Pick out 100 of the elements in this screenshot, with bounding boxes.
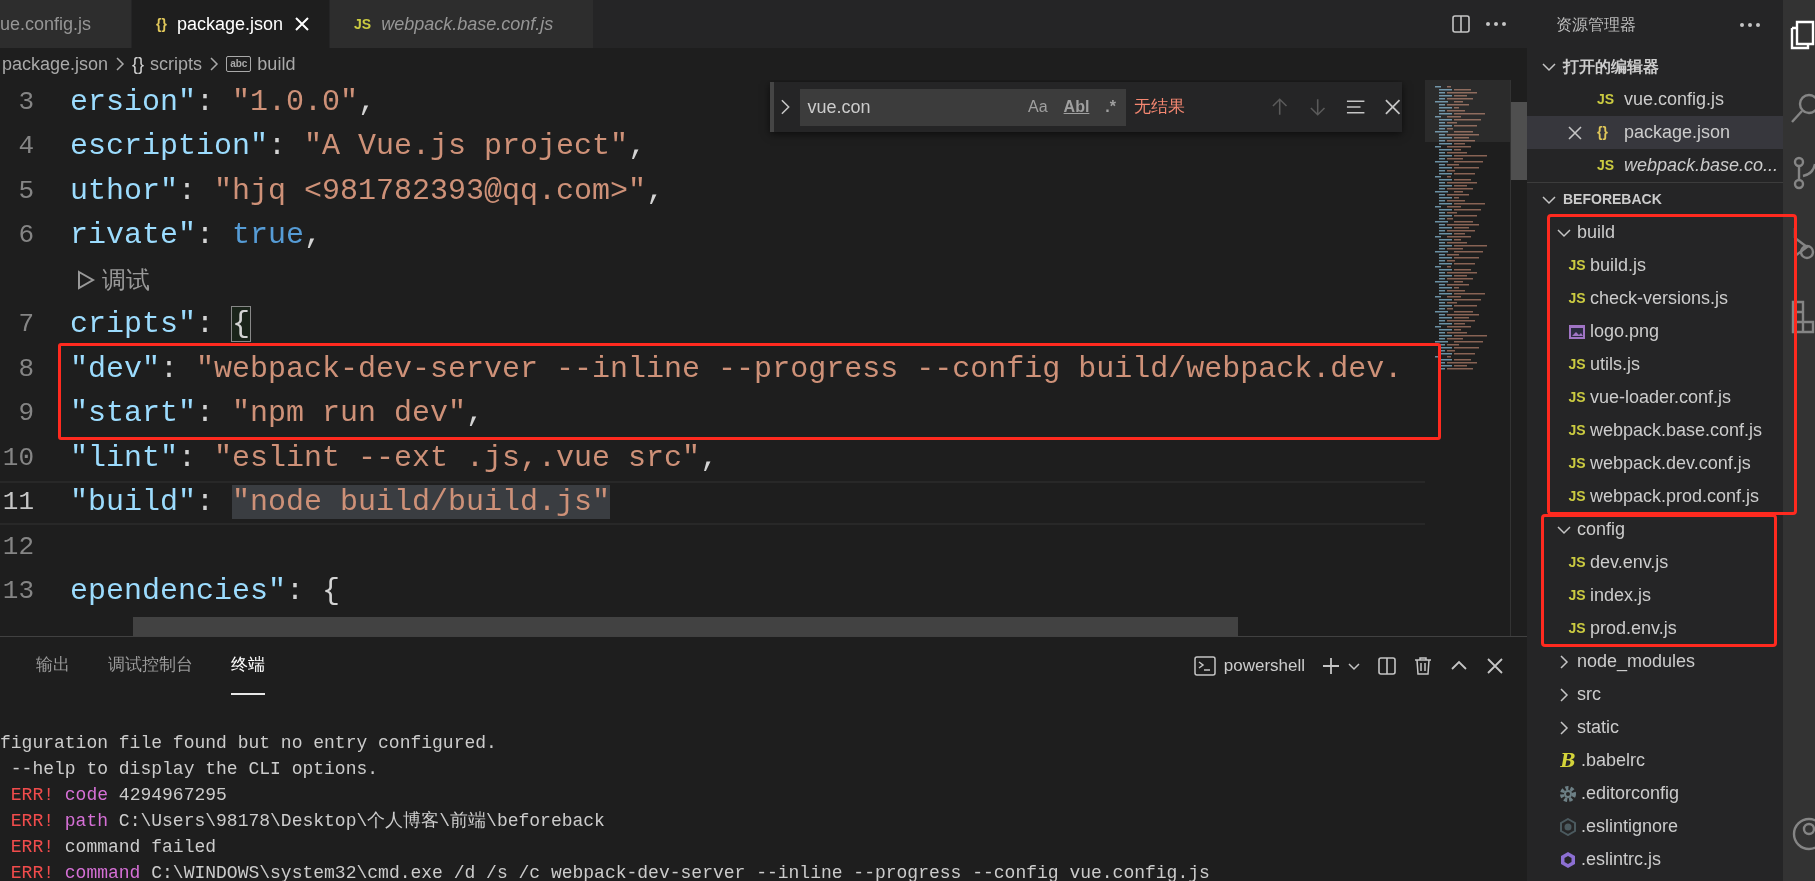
close-icon[interactable]	[293, 15, 312, 33]
codelens-link[interactable]: 调试	[102, 262, 150, 299]
js-file-icon: JS	[1568, 618, 1586, 639]
file-item[interactable]: JS index.js	[1527, 579, 1783, 612]
code-line: uthor": "hjq <981782393@qq.com>",	[70, 172, 665, 210]
js-file-icon: JS	[1568, 486, 1586, 507]
folder-item[interactable]: build	[1527, 216, 1783, 249]
file-item[interactable]: JS vue-loader.conf.js	[1527, 381, 1783, 414]
file-item[interactable]: logo.png	[1527, 315, 1783, 348]
panel-tab[interactable]: 终端	[231, 637, 265, 695]
line-number: 9	[17, 397, 34, 431]
code-line: "start": "npm run dev",	[70, 395, 485, 433]
scrollbar[interactable]	[1511, 102, 1527, 180]
file-item[interactable]: .eslintrc.js	[1527, 843, 1783, 876]
terminal-icon[interactable]	[1193, 655, 1216, 677]
extensions-icon[interactable]	[1789, 300, 1815, 334]
js-file-icon: JS	[1597, 89, 1615, 110]
js-file-icon: JS	[1568, 552, 1586, 573]
open-editor-item[interactable]: {} package.json	[1527, 116, 1783, 149]
caret-down-icon[interactable]	[1347, 660, 1361, 672]
js-file-icon: JS	[354, 13, 372, 35]
code-line: "lint": "eslint --ext .js,.vue src",	[70, 439, 719, 477]
line-number: 8	[17, 352, 34, 386]
open-editor-item[interactable]: JS webpack.base.co...	[1527, 149, 1783, 182]
file-item[interactable]: JS prod.env.js	[1527, 612, 1783, 645]
find-option-toggle[interactable]: Abl	[1061, 95, 1092, 119]
eslint-file-icon	[1559, 850, 1577, 869]
close-icon[interactable]	[1485, 656, 1505, 676]
add-icon[interactable]	[1321, 656, 1341, 676]
folder-item[interactable]: config	[1527, 513, 1783, 546]
js-file-icon: JS	[1568, 255, 1586, 276]
file-item[interactable]: B .babelrc	[1527, 744, 1783, 777]
split-terminal-icon[interactable]	[1377, 656, 1397, 676]
breadcrumb-item[interactable]: scripts	[150, 50, 203, 78]
line-number: 12	[1, 530, 34, 564]
line-number: 4	[17, 130, 34, 164]
find-result-text: 无结果	[1134, 95, 1187, 119]
terminal-line: --help to display the CLI options.	[9, 758, 380, 781]
js-file-icon: JS	[1568, 387, 1586, 408]
json-file-icon: {}	[1597, 122, 1608, 143]
panel-tab[interactable]: 输出	[36, 637, 70, 695]
file-item[interactable]: JS check-versions.js	[1527, 282, 1783, 315]
folder-item[interactable]: static	[1527, 711, 1783, 744]
code-line: cripts": {	[70, 306, 251, 344]
scrollbar[interactable]	[133, 617, 1238, 636]
file-item[interactable]: .eslintignore	[1527, 810, 1783, 843]
line-number: 6	[17, 219, 34, 253]
file-item[interactable]: JS dev.env.js	[1527, 546, 1783, 579]
code-line: rivate": true,	[70, 217, 323, 255]
file-item[interactable]: JS webpack.base.conf.js	[1527, 414, 1783, 447]
file-item[interactable]: JS build.js	[1527, 249, 1783, 282]
close-icon[interactable]	[1567, 124, 1583, 141]
babel-file-icon: B	[1560, 747, 1576, 774]
breadcrumb-item[interactable]: package.json	[2, 50, 109, 78]
split-editor-icon[interactable]	[1451, 14, 1471, 34]
line-number: 13	[1, 575, 34, 609]
code-line: ependencies": {	[70, 573, 341, 611]
find-input[interactable]: vue.con Aa Abl .*	[799, 88, 1127, 126]
js-file-icon: JS	[1568, 453, 1586, 474]
file-item[interactable]: JS webpack.dev.conf.js	[1527, 447, 1783, 480]
explorer-icon[interactable]	[1789, 18, 1815, 52]
editor-tab[interactable]: {} package.json	[132, 0, 331, 48]
terminal-line: ERR! command C:\WINDOWS\system32\cmd.exe /d /s /c webpack-dev-server --inline --progress --config vue.config.js	[9, 862, 1211, 881]
line-number: 3	[17, 85, 34, 119]
more-icon[interactable]	[1485, 21, 1507, 27]
folder-item[interactable]: node_modules	[1527, 645, 1783, 678]
js-file-icon: JS	[1568, 585, 1586, 606]
play-icon[interactable]	[76, 269, 96, 292]
js-file-icon: JS	[1597, 155, 1615, 176]
image-file-icon	[1568, 322, 1586, 341]
gear-icon	[1559, 784, 1577, 803]
find-in-selection-icon[interactable]	[1345, 97, 1367, 117]
find-option-toggle[interactable]: .*	[1103, 95, 1119, 119]
code-line: "dev": "webpack-dev-server --inline --progress --config build/webpack.dev.	[70, 350, 1403, 388]
sidebar-title: 资源管理器	[1556, 14, 1637, 36]
find-option-toggle[interactable]: Aa	[1026, 95, 1050, 119]
line-number: 11	[1, 486, 34, 520]
json-file-icon: {}	[156, 13, 167, 35]
breadcrumb-item[interactable]: build	[257, 50, 296, 78]
editor-tab[interactable]: ue.config.js	[0, 0, 133, 48]
hexagon-file-icon	[1559, 817, 1577, 836]
file-item[interactable]: JS utils.js	[1527, 348, 1783, 381]
panel-tab[interactable]: 调试控制台	[108, 637, 193, 695]
section-header[interactable]: BEFOREBACK	[1527, 183, 1783, 216]
terminal-line: ERR! path C:\Users\98178\Desktop\个人博客\前端\beforeback	[9, 810, 606, 833]
chevron-right-icon	[208, 56, 221, 72]
file-item[interactable]: JS webpack.prod.conf.js	[1527, 480, 1783, 513]
editor-tab[interactable]: JS webpack.base.conf.js	[330, 0, 595, 48]
file-item[interactable]: .editorconfig	[1527, 777, 1783, 810]
chevron-right-icon	[114, 56, 127, 72]
folder-item[interactable]: src	[1527, 678, 1783, 711]
string-icon: abc	[226, 56, 252, 72]
js-file-icon: JS	[1568, 354, 1586, 375]
section-header[interactable]: 打开的编辑器	[1527, 50, 1783, 83]
trash-icon[interactable]	[1413, 656, 1433, 676]
object-icon: {}	[132, 50, 145, 78]
terminal-name[interactable]: powershell	[1223, 653, 1305, 679]
code-line: ersion": "1.0.0",	[70, 83, 377, 121]
open-editor-item[interactable]: JS vue.config.js	[1527, 83, 1783, 116]
more-icon[interactable]	[1739, 22, 1761, 28]
